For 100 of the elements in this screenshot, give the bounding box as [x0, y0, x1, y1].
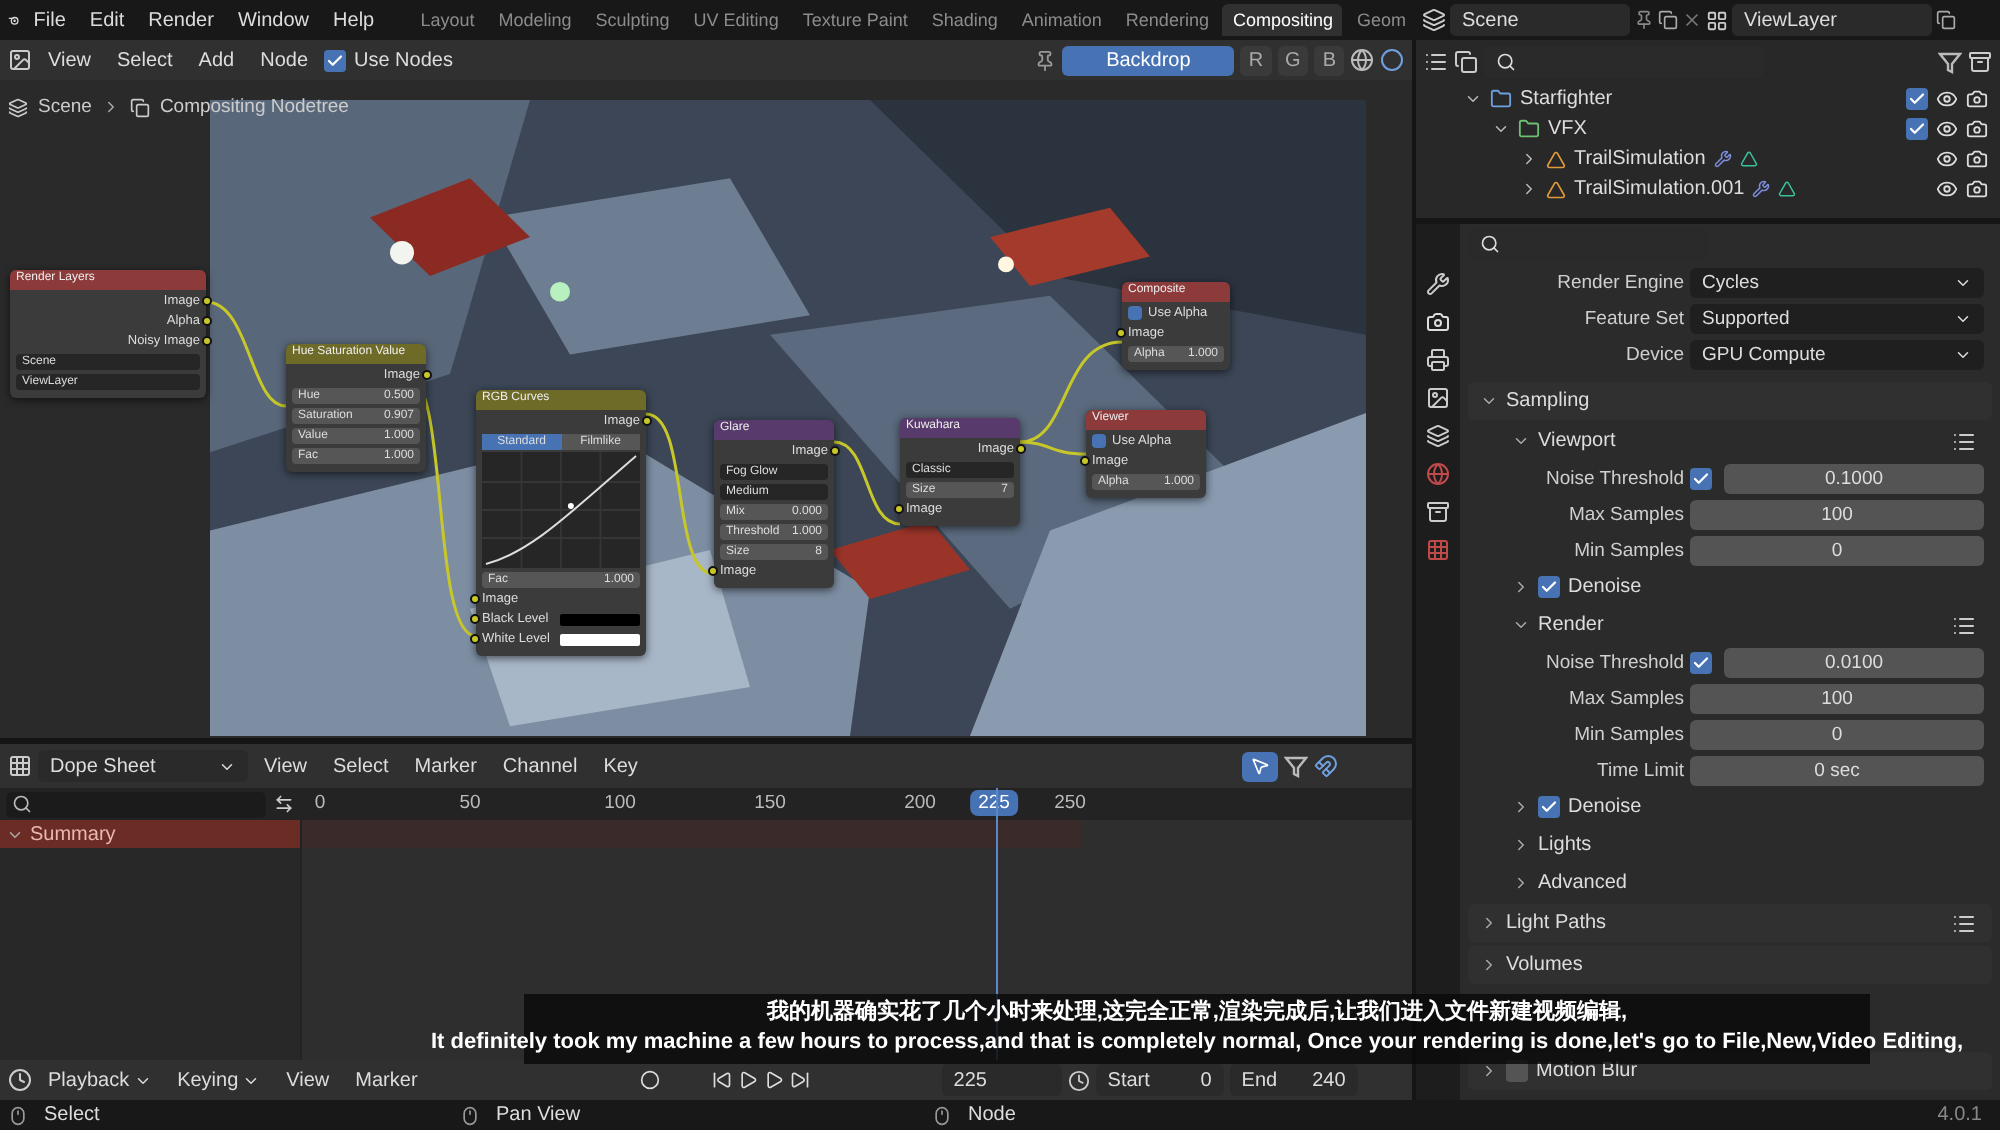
socket-icon[interactable]	[708, 566, 718, 576]
collapsed-caret-icon[interactable]	[1480, 956, 1498, 974]
output-icon[interactable]	[1426, 348, 1450, 372]
subpanel-header[interactable]: Denoise	[1568, 576, 1642, 598]
menu-item[interactable]: Channel	[492, 751, 588, 781]
outliner-item[interactable]: TrailSimulation	[1574, 148, 1706, 170]
filter-mode-icon[interactable]	[1454, 50, 1478, 74]
channel-button[interactable]: B	[1314, 45, 1344, 75]
checkbox[interactable]	[1906, 118, 1928, 140]
view-layer-icon[interactable]	[1426, 386, 1450, 410]
number-field[interactable]: 0.1000	[1724, 463, 1984, 493]
outliner-item[interactable]: VFX	[1548, 118, 1587, 140]
collapsed-caret-icon[interactable]	[1480, 1062, 1498, 1080]
panel-header[interactable]: Light Paths	[1506, 912, 1607, 934]
mode-dropdown[interactable]: Dope Sheet	[38, 750, 248, 782]
camera-icon[interactable]	[1966, 148, 1988, 170]
menu-item[interactable]: Window	[227, 5, 320, 35]
camera-icon[interactable]	[1966, 178, 1988, 200]
dropdown-menu[interactable]: Keying	[167, 1065, 271, 1095]
number-field[interactable]: 0	[1690, 719, 1984, 749]
new-collection-icon[interactable]	[1968, 50, 1992, 74]
subpanel-header[interactable]: Advanced	[1538, 872, 1627, 894]
record-icon[interactable]	[639, 1070, 660, 1090]
editor-type-icon[interactable]	[8, 754, 32, 778]
eye-icon[interactable]	[1936, 118, 1958, 140]
menu-item[interactable]: Marker	[345, 1065, 428, 1095]
collapsed-caret-icon[interactable]	[1512, 836, 1530, 854]
socket-icon[interactable]	[422, 370, 432, 380]
panel-header[interactable]: Motion Blur	[1536, 1060, 1638, 1082]
checkbox[interactable]	[1092, 434, 1106, 448]
collapsed-caret-icon[interactable]	[1512, 874, 1530, 892]
backdrop-button[interactable]: Backdrop	[1062, 45, 1235, 75]
outliner-item[interactable]: TrailSimulation.001	[1574, 178, 1745, 200]
filter-icon[interactable]	[1938, 50, 1962, 74]
socket-icon[interactable]	[1016, 444, 1026, 454]
expanded-caret-icon[interactable]	[1512, 616, 1530, 634]
checkbox[interactable]	[1690, 651, 1712, 673]
checkbox[interactable]	[1906, 88, 1928, 110]
panel-header[interactable]: Sampling	[1506, 390, 1590, 412]
number-field[interactable]: 100	[1690, 683, 1984, 713]
pin-icon[interactable]	[1634, 10, 1654, 30]
play-icon[interactable]	[763, 1070, 784, 1090]
socket-icon[interactable]	[642, 416, 652, 426]
scene-icon[interactable]	[1422, 8, 1446, 32]
subpanel-header[interactable]: Viewport	[1538, 430, 1616, 452]
dropdown-field[interactable]: Cycles	[1690, 267, 1984, 297]
menu-item[interactable]: Select	[107, 45, 183, 75]
view-layer-field[interactable]: ViewLayer	[1732, 4, 1932, 36]
menu-item[interactable]: Help	[323, 5, 385, 35]
subpanel-header[interactable]: Lights	[1538, 834, 1592, 856]
checkbox[interactable]	[1128, 306, 1142, 320]
workspace-tab[interactable]: Rendering	[1115, 4, 1219, 36]
dropdown-field[interactable]: Supported	[1690, 303, 1984, 333]
swap-icon[interactable]	[274, 794, 294, 814]
collapsed-caret-icon[interactable]	[1512, 578, 1530, 596]
menu-item[interactable]: Edit	[79, 5, 135, 35]
socket-icon[interactable]	[1080, 456, 1090, 466]
jump-end-icon[interactable]	[789, 1070, 810, 1090]
gizmo-icon[interactable]	[1380, 48, 1404, 72]
render-icon[interactable]	[1426, 310, 1450, 334]
channel-button[interactable]: G	[1277, 45, 1309, 75]
menu-item[interactable]: Add	[188, 45, 245, 75]
eye-icon[interactable]	[1936, 178, 1958, 200]
workspace-tab[interactable]: UV Editing	[683, 4, 789, 36]
scene-icon[interactable]	[1426, 424, 1450, 448]
menu-item[interactable]: View	[38, 45, 101, 75]
collapsed-caret-icon[interactable]	[1520, 180, 1538, 198]
view-layer-icon[interactable]	[1706, 9, 1728, 31]
tool-icon[interactable]	[1426, 272, 1450, 296]
end-frame-field[interactable]: End 240	[1229, 1064, 1358, 1096]
checkbox[interactable]	[1538, 576, 1560, 598]
camera-icon[interactable]	[1966, 118, 1988, 140]
workspace-tab[interactable]: Geom	[1346, 4, 1416, 36]
filter-icon[interactable]	[1284, 754, 1308, 778]
checkbox[interactable]	[1690, 467, 1712, 489]
subpanel-header[interactable]: Denoise	[1568, 796, 1642, 818]
dropdown-menu[interactable]: Playback	[38, 1065, 162, 1095]
panel-header[interactable]: Volumes	[1506, 954, 1583, 976]
socket-icon[interactable]	[894, 504, 904, 514]
checkbox[interactable]	[324, 49, 346, 71]
number-field[interactable]: 100	[1690, 499, 1984, 529]
texture-icon[interactable]	[1426, 538, 1450, 562]
menu-item[interactable]: Render	[138, 5, 224, 35]
workspace-tab[interactable]: Sculpting	[585, 4, 680, 36]
expanded-caret-icon[interactable]	[1464, 90, 1482, 108]
start-frame-field[interactable]: Start 0	[1095, 1064, 1224, 1096]
color-swatch[interactable]	[560, 633, 640, 645]
workspace-tab[interactable]: Animation	[1011, 4, 1112, 36]
collection-icon[interactable]	[1426, 500, 1450, 524]
only-selected-button[interactable]	[1242, 751, 1278, 781]
camera-icon[interactable]	[1966, 88, 1988, 110]
workspace-tab[interactable]: Compositing	[1222, 4, 1343, 36]
editor-type-icon[interactable]	[8, 1068, 32, 1092]
eye-icon[interactable]	[1936, 88, 1958, 110]
copy-icon[interactable]	[1658, 10, 1678, 30]
curve-graph-drawing[interactable]	[482, 452, 640, 568]
menu-item[interactable]: Key	[593, 751, 648, 781]
pin-icon[interactable]	[1034, 49, 1057, 71]
subpanel-header[interactable]: Render	[1538, 614, 1604, 636]
menu-item[interactable]: View	[254, 751, 317, 781]
